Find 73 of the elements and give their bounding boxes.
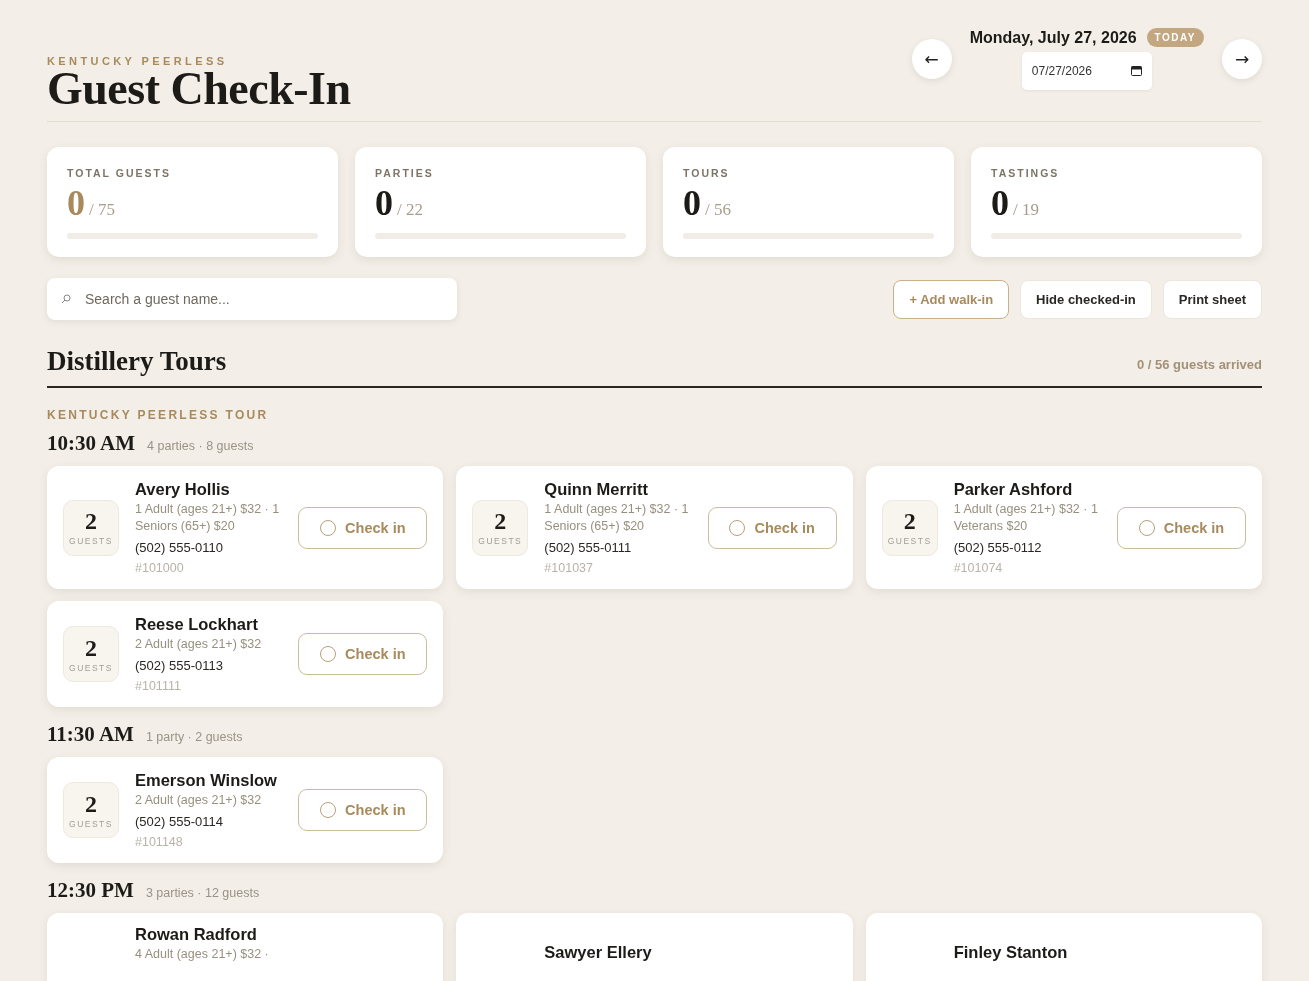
stat-label: TOTAL GUESTS [67, 167, 172, 179]
guest-name: Sawyer Ellery [544, 943, 652, 962]
guest-count-label: GUESTS [69, 536, 113, 546]
guest-count-number: 2 [494, 509, 507, 533]
calendar-icon[interactable] [1130, 65, 1142, 76]
stat-total: / 75 [89, 200, 115, 220]
guest-name: Parker Ashford [953, 480, 1073, 499]
guest-count-number: 2 [85, 509, 97, 533]
ticket-details: 4 Adult (ages 21+) $32 · [135, 946, 269, 963]
booking-number: #101037 [544, 561, 593, 575]
action-button[interactable]: Hide checked-in [1020, 279, 1152, 319]
slot-time: 10:30 AM [47, 431, 136, 456]
booking-number: #101148 [135, 835, 183, 849]
stat-value: 0 [375, 183, 393, 223]
stat-total: / 22 [397, 200, 423, 220]
guest-count-label: GUESTS [887, 536, 932, 546]
slot-time: 11:30 AM [47, 722, 134, 747]
phone-number: (502) 555-0111 [544, 540, 632, 555]
ticket-details: 2 Adult (ages 21+) $32 [135, 792, 262, 809]
booking-number: #101111 [135, 679, 181, 693]
slot-summary: 1 party · 2 guests [145, 730, 243, 744]
next-day-button[interactable]: → [1222, 39, 1262, 79]
previous-day-button[interactable]: ← [911, 39, 952, 79]
check-in-button[interactable]: Check in [707, 506, 837, 549]
date-field[interactable]: 07/27/2026 [1021, 52, 1152, 90]
booking-number: #101074 [953, 561, 1003, 575]
check-in-button[interactable]: Check in [298, 633, 428, 675]
search-icon [61, 294, 71, 304]
guest-count-number: 2 [903, 509, 916, 533]
stat-label: PARTIES [375, 167, 435, 179]
action-button[interactable]: + Add walk-in [893, 279, 1010, 319]
guest-name: Reese Lockhart [135, 615, 258, 634]
phone-number: (502) 555-0114 [135, 814, 223, 829]
guest-count-number: 2 [85, 791, 97, 816]
ticket-details: 1 Adult (ages 21+) $32 · 1 Seniors (65+) $20 [135, 501, 281, 535]
brand-label: KENTUCKY PEERLESS [47, 55, 229, 67]
action-button[interactable]: Print sheet [1162, 279, 1262, 319]
phone-number: (502) 555-0113 [135, 658, 223, 673]
slot-time: 12:30 PM [47, 878, 134, 903]
guest-name: Rowan Radford [135, 925, 257, 944]
guest-count-label: GUESTS [478, 536, 523, 546]
today-badge: TODAY [1146, 28, 1204, 47]
search-field[interactable]: Search a guest name... [47, 278, 457, 320]
stat-label: TOURS [683, 167, 731, 179]
stat-value: 0 [67, 183, 85, 223]
ticket-details: 1 Adult (ages 21+) $32 · 1 Veterans $20 [953, 501, 1099, 535]
page-title: Guest Check-In [47, 67, 351, 111]
guest-name: Finley Stanton [953, 943, 1068, 962]
guest-name: Emerson Winslow [135, 771, 277, 790]
stat-value: 0 [683, 183, 701, 223]
stat-total: / 56 [705, 200, 731, 220]
phone-number: (502) 555-0110 [135, 540, 223, 555]
guest-count-number: 2 [85, 635, 97, 660]
tour-name: KENTUCKY PEERLESS TOUR [47, 408, 270, 422]
section-title: Distillery Tours [47, 346, 227, 376]
ticket-details: 1 Adult (ages 21+) $32 · 1 Seniors (65+) $20 [544, 501, 690, 535]
ticket-details: 2 Adult (ages 21+) $32 [135, 636, 262, 653]
stat-total: / 19 [1013, 200, 1039, 220]
guest-count-label: GUESTS [69, 662, 113, 673]
current-date: Monday, July 27, 2026 [969, 28, 1137, 47]
guest-name: Quinn Merritt [544, 480, 648, 499]
stat-value: 0 [991, 183, 1009, 223]
stat-label: TASTINGS [991, 167, 1061, 179]
arrival-summary: 0 / 56 guests arrived [1137, 357, 1262, 374]
phone-number: (502) 555-0112 [953, 540, 1042, 555]
guest-count-label: GUESTS [69, 818, 113, 829]
slot-summary: 3 parties · 12 guests [145, 886, 260, 900]
check-in-button[interactable]: Check in [298, 789, 428, 831]
slot-summary: 4 parties · 8 guests [147, 439, 254, 453]
check-in-button[interactable]: Check in [298, 506, 428, 549]
booking-number: #101000 [135, 561, 184, 575]
guest-name: Avery Hollis [135, 480, 230, 499]
check-in-button[interactable]: Check in [1117, 506, 1246, 549]
